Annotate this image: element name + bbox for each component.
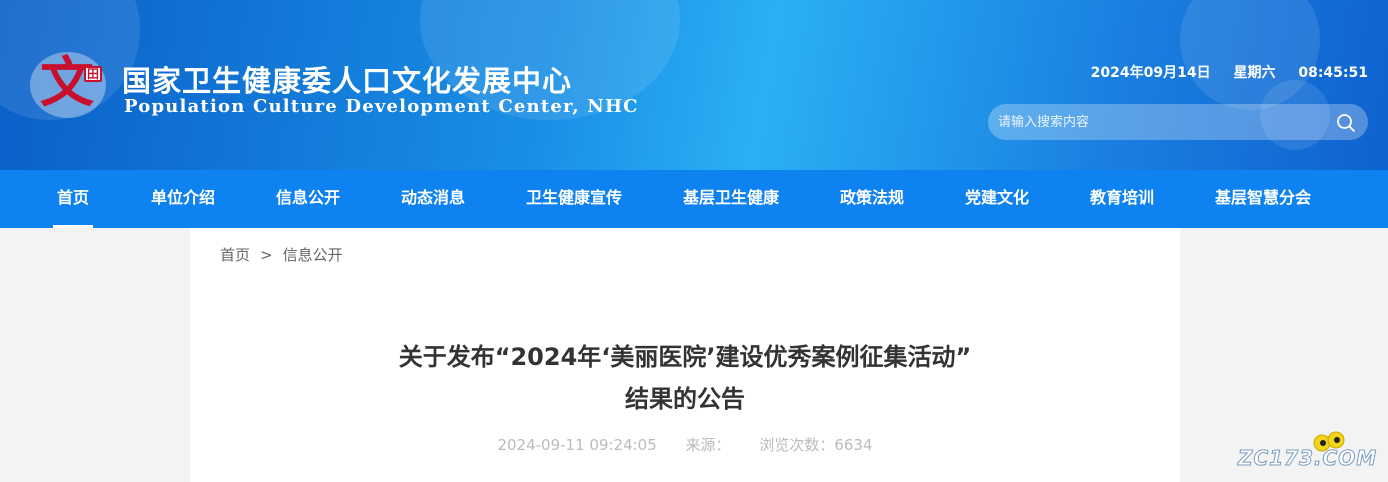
main-nav: 首页 单位介绍 信息公开 动态消息 卫生健康宣传 基层卫生健康 政策法规 党建文…: [0, 170, 1388, 228]
breadcrumb-home[interactable]: 首页: [220, 246, 250, 264]
current-time: 08:45:51: [1298, 65, 1368, 81]
article-source: 来源：: [685, 436, 731, 454]
article-views: 浏览次数：6634: [759, 436, 873, 454]
site-subtitle: Population Culture Development Center, N…: [124, 96, 639, 117]
watermark: ZC173.COM: [1237, 430, 1378, 474]
nav-item-health-promotion[interactable]: 卫生健康宣传: [526, 170, 622, 228]
nav-item-news[interactable]: 动态消息: [401, 170, 465, 228]
watermark-text: ZC173.COM: [1237, 446, 1378, 471]
article-panel: 首页 > 信息公开 关于发布“2024年‘美丽医院’建设优秀案例征集活动” 结果的公…: [190, 228, 1180, 482]
nav-item-info-disclosure[interactable]: 信息公开: [276, 170, 340, 228]
breadcrumb: 首页 > 信息公开: [220, 244, 343, 265]
nav-item-about[interactable]: 单位介绍: [151, 170, 215, 228]
article-title: 关于发布“2024年‘美丽医院’建设优秀案例征集活动” 结果的公告: [190, 336, 1180, 420]
site-header: 文 田 国家卫生健康委人口文化发展中心 Population Culture D…: [0, 0, 1388, 170]
logo-mark: 田: [84, 66, 103, 82]
breadcrumb-current[interactable]: 信息公开: [283, 246, 343, 264]
nav-item-party-culture[interactable]: 党建文化: [965, 170, 1029, 228]
article-date: 2024-09-11 09:24:05: [497, 436, 657, 454]
site-title[interactable]: 国家卫生健康委人口文化发展中心: [122, 58, 572, 100]
nav-item-smart-branch[interactable]: 基层智慧分会: [1215, 170, 1311, 228]
current-date: 2024年09月14日: [1090, 65, 1211, 81]
nav-item-primary-health[interactable]: 基层卫生健康: [683, 170, 779, 228]
search-input[interactable]: [988, 104, 1328, 140]
nav-item-policies[interactable]: 政策法规: [840, 170, 904, 228]
nav-item-home[interactable]: 首页: [52, 170, 94, 228]
breadcrumb-separator: >: [260, 246, 273, 264]
header-datetime: 2024年09月14日 星期六 08:45:51: [1073, 62, 1368, 82]
current-weekday: 星期六: [1233, 65, 1276, 81]
logo-icon: 文: [40, 50, 94, 114]
article-title-line: 关于发布“2024年‘美丽医院’建设优秀案例征集活动”: [398, 343, 972, 371]
nav-item-education[interactable]: 教育培训: [1090, 170, 1154, 228]
article-meta: 2024-09-11 09:24:05 来源： 浏览次数：6634: [190, 434, 1180, 455]
search-box: [988, 104, 1368, 140]
article-title-line: 结果的公告: [625, 385, 745, 413]
search-icon[interactable]: [1336, 113, 1356, 133]
